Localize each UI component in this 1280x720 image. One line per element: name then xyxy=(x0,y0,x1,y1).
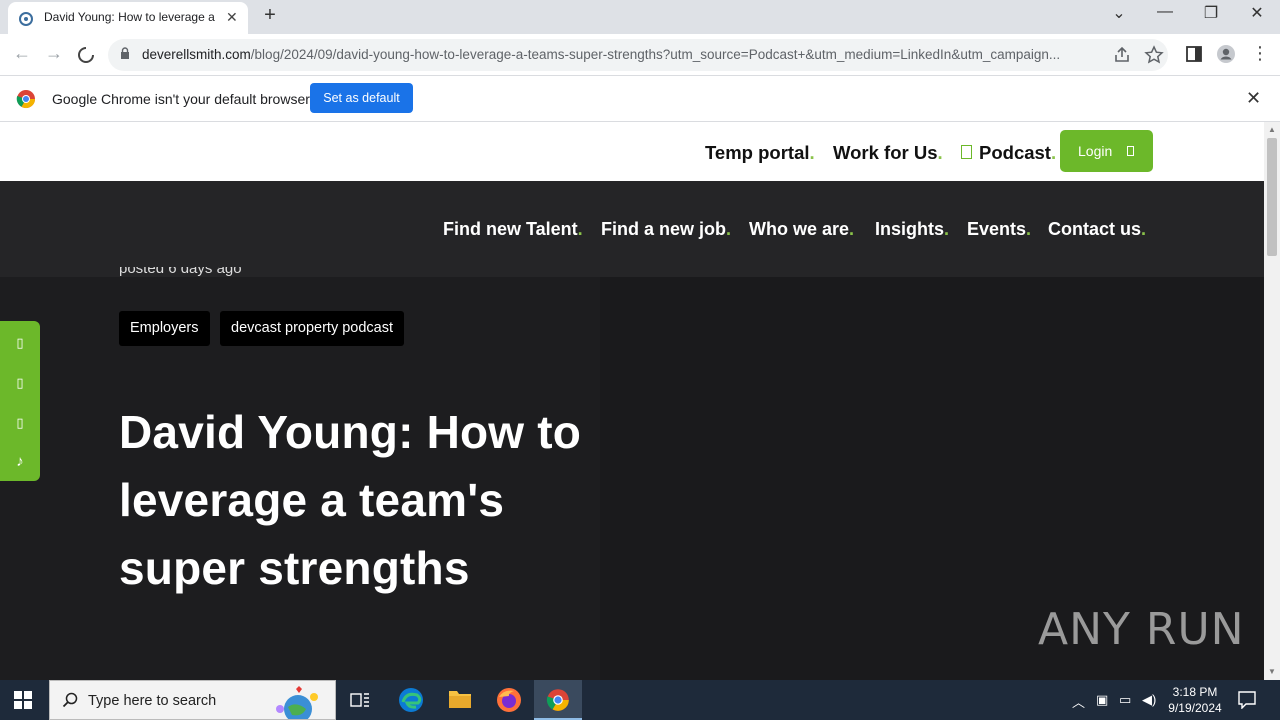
nav-who-we-are[interactable]: Who we are. xyxy=(749,219,854,240)
bookmark-star-icon[interactable] xyxy=(1144,45,1164,65)
new-tab-button[interactable]: + xyxy=(260,4,280,27)
nav-podcast[interactable]: Podcast. xyxy=(979,142,1056,164)
scrollbar-thumb[interactable] xyxy=(1267,138,1277,256)
volume-icon[interactable]: ◀) xyxy=(1142,692,1156,708)
nav-find-new-job[interactable]: Find a new job. xyxy=(601,219,731,240)
nav-insights[interactable]: Insights. xyxy=(875,219,949,240)
facebook-icon[interactable]: ▯ xyxy=(13,335,27,350)
social-share-bar: ▯ ▯ ▯ ♪ xyxy=(0,321,40,481)
file-explorer-icon[interactable] xyxy=(448,688,472,710)
back-button[interactable]: ← xyxy=(10,43,34,64)
page-scrollbar[interactable]: ▲ ▼ xyxy=(1264,122,1280,680)
chrome-menu-icon[interactable]: ⋮ xyxy=(1248,43,1272,64)
nav-events[interactable]: Events. xyxy=(967,219,1031,240)
chrome-logo-icon xyxy=(16,90,35,109)
top-nav: Temp portal. Work for Us. Podcast. Login xyxy=(0,122,1264,181)
network-icon[interactable]: ▭ xyxy=(1119,692,1131,708)
tab-close-icon[interactable]: ✕ xyxy=(226,9,238,26)
instagram-icon[interactable]: ▯ xyxy=(13,415,27,430)
infobar-close-icon[interactable]: ✕ xyxy=(1246,88,1261,109)
infobar-message: Google Chrome isn't your default browser xyxy=(52,91,310,107)
login-icon xyxy=(1127,146,1134,156)
address-bar[interactable]: deverellsmith.com/blog/2024/09/david-you… xyxy=(108,39,1168,71)
scroll-down-icon[interactable]: ▼ xyxy=(1268,667,1276,676)
site-favicon-icon xyxy=(19,12,33,26)
nav-work-for-us[interactable]: Work for Us. xyxy=(833,142,943,164)
lock-icon xyxy=(121,47,129,59)
web-page: Temp portal. Work for Us. Podcast. Login… xyxy=(0,122,1264,680)
search-placeholder: Type here to search xyxy=(88,693,217,709)
share-icon[interactable] xyxy=(1112,45,1132,65)
nav-contact-us[interactable]: Contact us. xyxy=(1048,219,1146,240)
main-nav: Find new Talent. Find a new job. Who we … xyxy=(0,181,1264,277)
scroll-up-icon[interactable]: ▲ xyxy=(1268,125,1276,134)
tray-chevron-icon[interactable]: ︿ xyxy=(1072,692,1085,711)
tray-meet-icon[interactable]: ▣ xyxy=(1096,692,1108,708)
chrome-icon xyxy=(546,689,569,711)
taskbar-search-box[interactable]: Type here to search xyxy=(49,680,336,720)
browser-toolbar: ← → deverellsmith.com/blog/2024/09/david… xyxy=(0,34,1280,76)
tab-search-icon[interactable]: ⌄ xyxy=(1107,3,1131,23)
loading-spinner-icon[interactable] xyxy=(76,45,96,65)
windows-start-icon[interactable] xyxy=(14,691,32,709)
clock-date: 9/19/2024 xyxy=(1168,701,1222,715)
task-view-icon[interactable] xyxy=(350,691,370,709)
nav-temp-portal[interactable]: Temp portal. xyxy=(705,142,815,164)
edge-icon[interactable] xyxy=(398,687,424,713)
default-browser-infobar: Google Chrome isn't your default browser… xyxy=(0,76,1280,122)
forward-button[interactable]: → xyxy=(42,43,66,64)
login-button[interactable]: Login xyxy=(1060,130,1153,172)
nav-find-new-talent[interactable]: Find new Talent. xyxy=(443,219,583,240)
search-highlight-icon xyxy=(276,686,318,719)
system-clock[interactable]: 3:18 PM 9/19/2024 xyxy=(1160,684,1230,716)
tiktok-icon[interactable]: ♪ xyxy=(13,453,27,470)
search-icon xyxy=(62,692,78,708)
restore-button[interactable]: ❐ xyxy=(1199,3,1223,23)
tag-devcast-property-podcast[interactable]: devcast property podcast xyxy=(220,311,405,346)
tag-employers[interactable]: Employers xyxy=(119,311,210,346)
notification-icon[interactable] xyxy=(1238,691,1256,709)
windows-taskbar: Type here to search ︿ ▣ ▭ ◀) 3:18 PM 9/1… xyxy=(0,680,1280,720)
page-title: David Young: How to leverage a team's su… xyxy=(119,406,582,594)
linkedin-icon[interactable]: ▯ xyxy=(13,375,27,390)
podcast-icon xyxy=(961,145,972,159)
chrome-taskbar-button[interactable] xyxy=(534,680,582,720)
tab-title: David Young: How to leverage a xyxy=(44,10,215,24)
set-as-default-button[interactable]: Set as default xyxy=(310,83,413,113)
minimize-button[interactable]: — xyxy=(1153,3,1177,21)
side-panel-icon[interactable] xyxy=(1184,44,1204,64)
browser-tab[interactable]: David Young: How to leverage a ✕ xyxy=(8,2,248,34)
window-close-button[interactable]: ✕ xyxy=(1245,3,1269,23)
profile-avatar-icon[interactable] xyxy=(1216,44,1236,64)
anyrun-watermark: ANY RUN xyxy=(1038,604,1245,655)
clock-time: 3:18 PM xyxy=(1172,685,1218,699)
tab-strip: David Young: How to leverage a ✕ + ⌄ — ❐… xyxy=(0,0,1280,34)
firefox-icon[interactable] xyxy=(496,687,522,713)
url-text: deverellsmith.com/blog/2024/09/david-you… xyxy=(142,47,1061,62)
